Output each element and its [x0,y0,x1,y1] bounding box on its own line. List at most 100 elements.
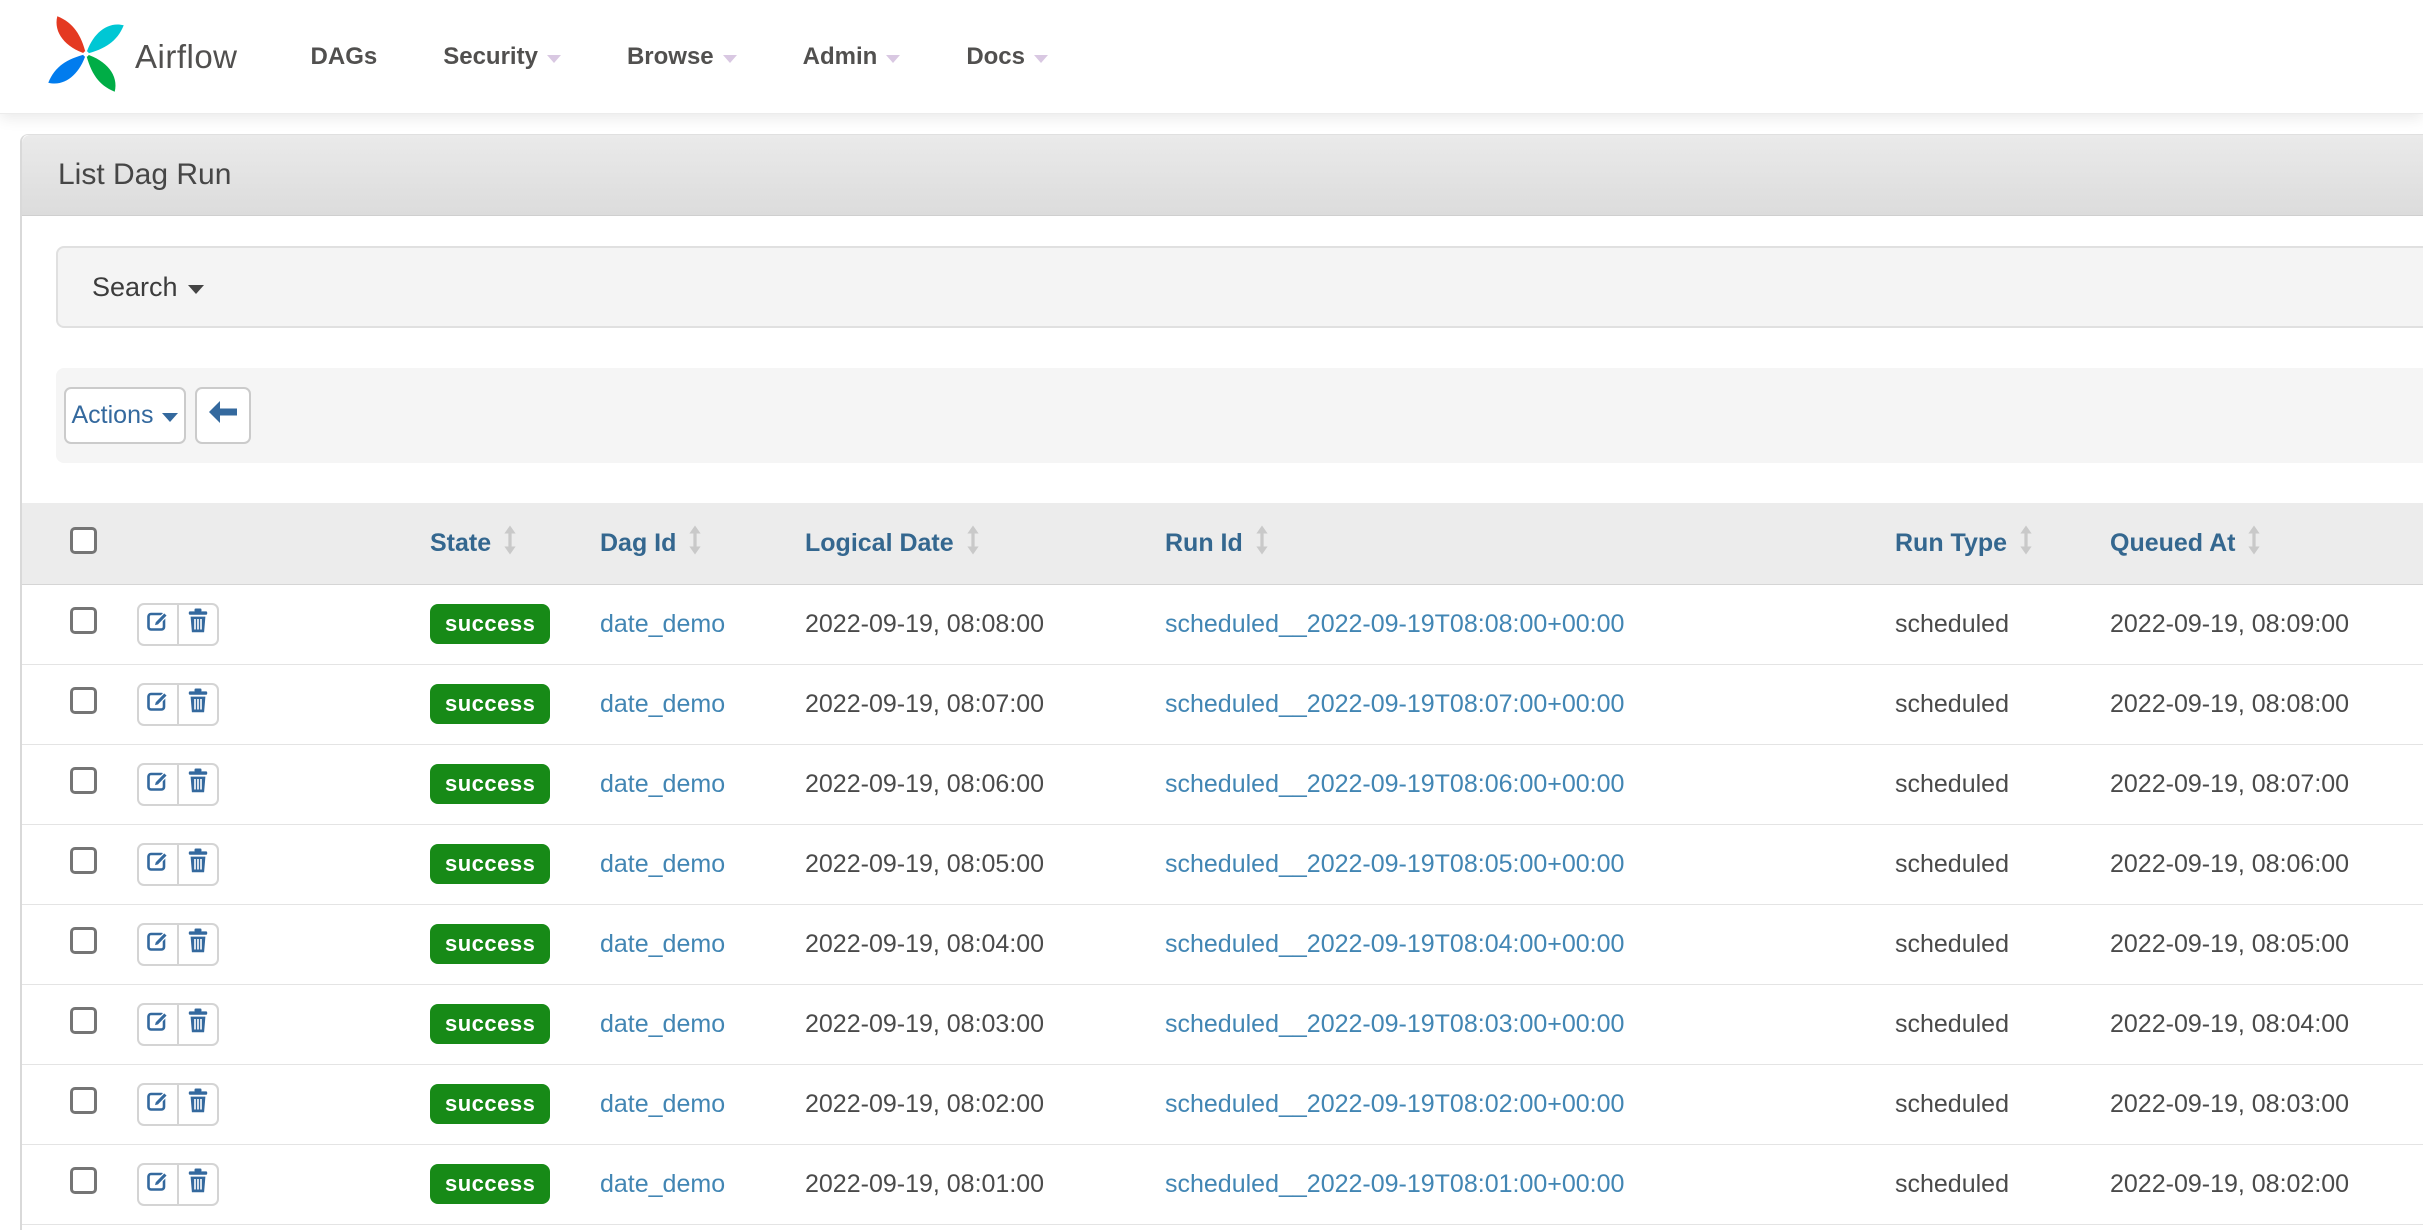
nav-item-label: DAGs [311,43,378,71]
row-checkbox[interactable] [70,1167,97,1194]
nav-item[interactable]: Admin [770,43,934,71]
edit-record-button[interactable] [137,683,179,726]
run-id-link[interactable]: scheduled__2022-09-19T08:03:00+00:00 [1165,1010,1624,1038]
table-row: success date_demo 2022-09-19, 08:01:00 s… [22,1144,2423,1224]
delete-record-button[interactable] [177,1083,219,1126]
edit-record-button[interactable] [137,603,179,646]
run-id-link[interactable]: scheduled__2022-09-19T08:07:00+00:00 [1165,690,1624,718]
state-cell: success [422,904,592,984]
dag-id-link[interactable]: date_demo [600,690,725,718]
row-checkbox[interactable] [70,607,97,634]
edit-record-button[interactable] [137,763,179,806]
run-id-cell: scheduled__2022-09-19T08:07:00+00:00 [1157,664,1887,744]
row-checkbox[interactable] [70,927,97,954]
queued-at-cell: 2022-09-19, 08:02:00 [2102,1144,2423,1224]
select-all-checkbox[interactable] [70,527,97,554]
actions-dropdown-button[interactable]: Actions [64,387,186,444]
edit-pencil-icon [146,1089,170,1120]
run-id-cell: scheduled__2022-09-19T08:08:00+00:00 [1157,584,1887,664]
trash-icon [188,1008,208,1040]
dag-id-link[interactable]: date_demo [600,610,725,638]
row-checkbox[interactable] [70,1087,97,1114]
row-select-cell [22,584,112,664]
run-id-link[interactable]: scheduled__2022-09-19T08:08:00+00:00 [1165,610,1624,638]
edit-pencil-icon [146,1009,170,1040]
airflow-brand[interactable]: Airflow [45,13,238,100]
dag-id-cell: date_demo [592,904,797,984]
logical-date-cell: 2022-09-19, 08:01:00 [797,1144,1157,1224]
state-cell: success [422,984,592,1064]
nav-item[interactable]: DAGs [278,43,411,71]
nav-item[interactable]: Browse [594,43,770,71]
run-id-link[interactable]: scheduled__2022-09-19T08:05:00+00:00 [1165,850,1624,878]
column-sort-link[interactable]: Run Type [1895,529,2007,558]
sort-arrows-icon[interactable] [966,524,980,563]
logical-date-cell: 2022-09-19, 08:03:00 [797,984,1157,1064]
run-type-cell: scheduled [1887,824,2102,904]
row-checkbox[interactable] [70,767,97,794]
logical-date-cell: 2022-09-19, 08:04:00 [797,904,1157,984]
edit-record-button[interactable] [137,923,179,966]
column-header: Logical Date [797,503,1157,584]
column-sort-link[interactable]: Queued At [2110,529,2235,558]
trash-icon [188,688,208,720]
row-checkbox[interactable] [70,1007,97,1034]
row-checkbox[interactable] [70,847,97,874]
panel-heading: List Dag Run [22,135,2423,216]
sort-arrows-icon[interactable] [2247,524,2261,563]
delete-record-button[interactable] [177,1163,219,1206]
dag-id-link[interactable]: date_demo [600,1010,725,1038]
run-type-cell: scheduled [1887,664,2102,744]
queued-at-cell: 2022-09-19, 08:04:00 [2102,984,2423,1064]
row-actions-cell [112,904,422,984]
row-checkbox[interactable] [70,687,97,714]
edit-record-button[interactable] [137,1003,179,1046]
column-sort-link[interactable]: State [430,529,491,558]
dag-id-link[interactable]: date_demo [600,770,725,798]
run-type-cell: scheduled [1887,1144,2102,1224]
nav-item[interactable]: Docs [933,43,1081,71]
chevron-down-icon [188,285,204,294]
delete-record-button[interactable] [177,603,219,646]
back-button[interactable] [195,387,251,444]
queued-at-cell: 2022-09-19, 08:05:00 [2102,904,2423,984]
edit-record-button[interactable] [137,1163,179,1206]
run-id-link[interactable]: scheduled__2022-09-19T08:02:00+00:00 [1165,1090,1624,1118]
row-actions-cell [112,664,422,744]
edit-record-button[interactable] [137,843,179,886]
sort-arrows-icon[interactable] [688,524,702,563]
dag-id-cell: date_demo [592,824,797,904]
run-id-cell: scheduled__2022-09-19T08:01:00+00:00 [1157,1144,1887,1224]
delete-record-button[interactable] [177,1003,219,1046]
edit-pencil-icon [146,849,170,880]
row-actions-cell [112,984,422,1064]
trash-icon [188,848,208,880]
delete-record-button[interactable] [177,923,219,966]
queued-at-cell: 2022-09-19, 08:07:00 [2102,744,2423,824]
state-cell: success [422,584,592,664]
run-id-link[interactable]: scheduled__2022-09-19T08:06:00+00:00 [1165,770,1624,798]
column-sort-link[interactable]: Logical Date [805,529,954,558]
run-id-link[interactable]: scheduled__2022-09-19T08:04:00+00:00 [1165,930,1624,958]
search-dropdown-toggle[interactable]: Search [92,272,204,303]
sort-arrows-icon[interactable] [2019,524,2033,563]
dag-id-link[interactable]: date_demo [600,850,725,878]
column-sort-link[interactable]: Run Id [1165,529,1243,558]
state-badge: success [430,1084,550,1124]
sort-arrows-icon[interactable] [503,524,517,563]
dag-id-link[interactable]: date_demo [600,1170,725,1198]
state-badge: success [430,844,550,884]
dag-id-link[interactable]: date_demo [600,1090,725,1118]
table-body: success date_demo 2022-09-19, 08:08:00 s… [22,584,2423,1224]
delete-record-button[interactable] [177,683,219,726]
actions-button-label: Actions [72,401,154,430]
column-sort-link[interactable]: Dag Id [600,529,676,558]
delete-record-button[interactable] [177,843,219,886]
delete-record-button[interactable] [177,763,219,806]
run-id-link[interactable]: scheduled__2022-09-19T08:01:00+00:00 [1165,1170,1624,1198]
sort-arrows-icon[interactable] [1255,524,1269,563]
run-id-cell: scheduled__2022-09-19T08:05:00+00:00 [1157,824,1887,904]
edit-record-button[interactable] [137,1083,179,1126]
nav-item[interactable]: Security [410,43,594,71]
dag-id-link[interactable]: date_demo [600,930,725,958]
